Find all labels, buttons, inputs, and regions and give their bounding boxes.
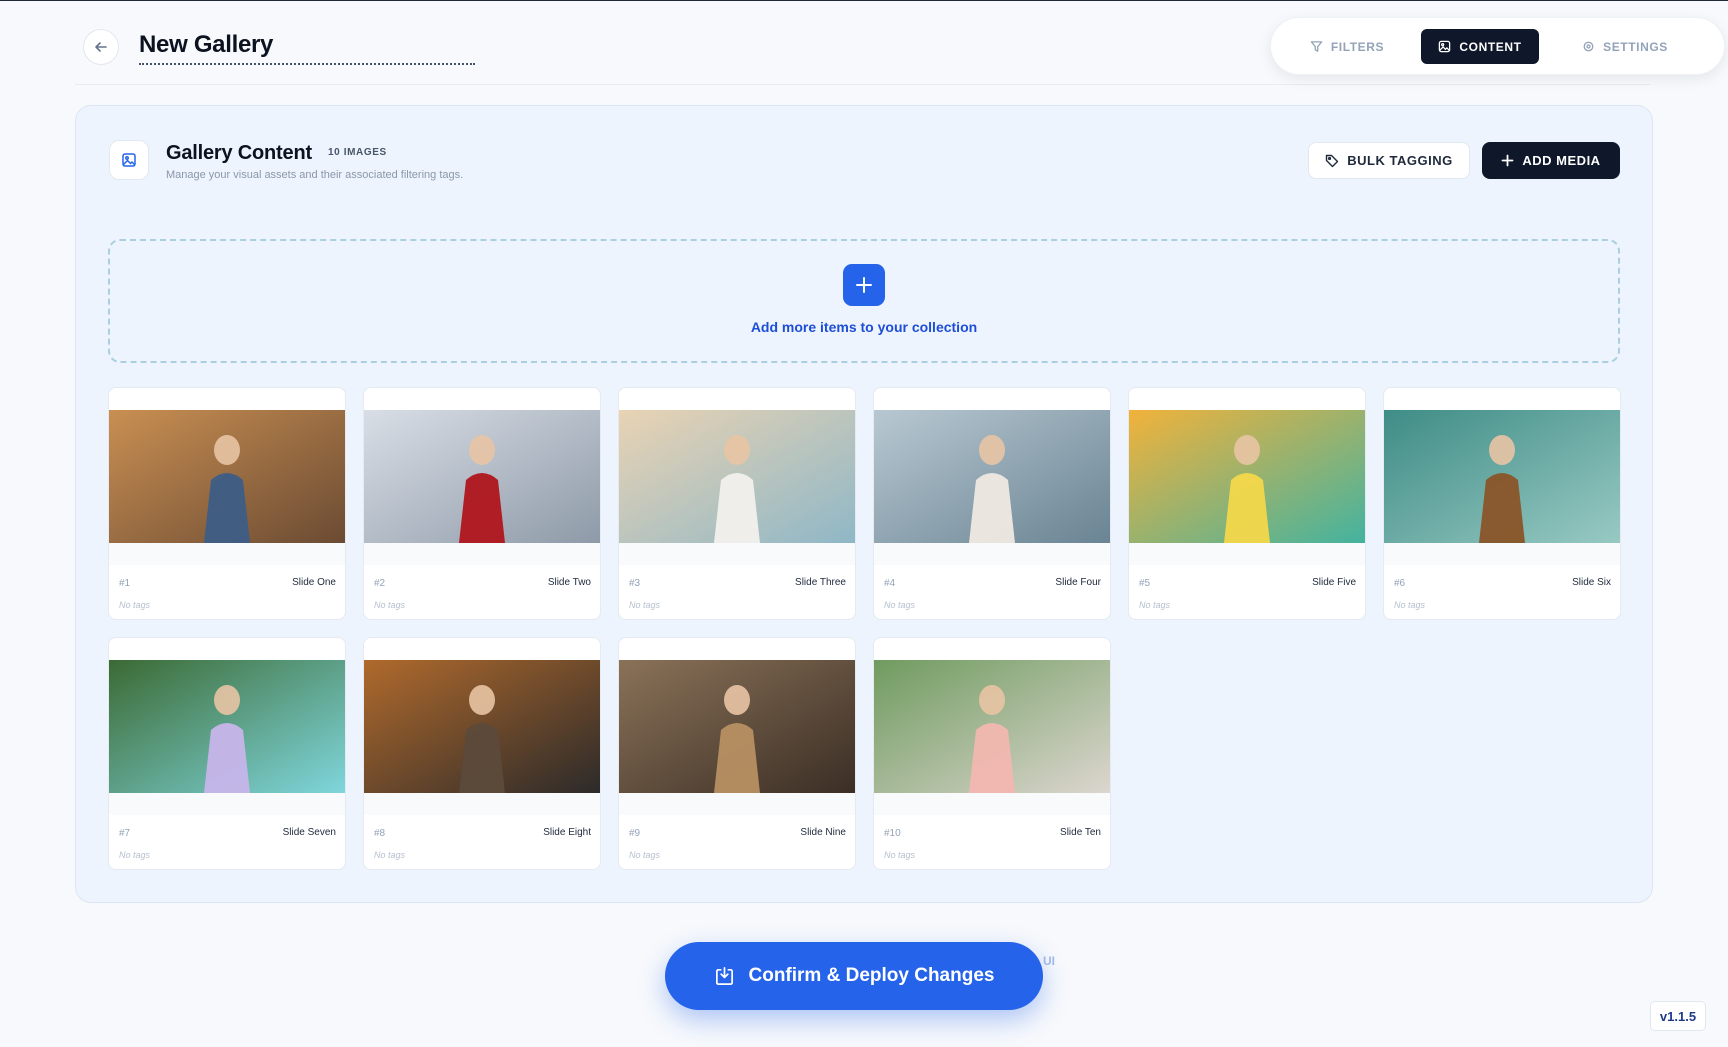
media-thumbnail <box>619 660 855 793</box>
bulk-tagging-button[interactable]: BULK TAGGING <box>1308 142 1470 179</box>
version-badge: v1.1.5 <box>1650 1001 1706 1031</box>
tab-filters-label: FILTERS <box>1330 39 1385 54</box>
tab-content-label: CONTENT <box>1459 39 1522 54</box>
media-thumbnail <box>874 660 1110 793</box>
add-media-button[interactable]: ADD MEDIA <box>1482 142 1620 179</box>
media-name: Slide One <box>292 577 336 588</box>
image-count-badge: 10 IMAGES <box>328 147 387 158</box>
media-tags: No tags <box>119 600 151 610</box>
dropzone-label: Add more items to your collection <box>750 319 978 335</box>
media-name: Slide Two <box>547 577 591 588</box>
media-name: Slide Seven <box>282 827 336 838</box>
media-tags: No tags <box>629 850 661 860</box>
confirm-deploy-button[interactable]: Confirm & Deploy Changes <box>665 942 1043 1010</box>
media-card[interactable]: #9 Slide Nine No tags <box>618 637 856 870</box>
media-thumbnail <box>109 660 345 793</box>
plus-icon <box>1502 154 1514 167</box>
media-card[interactable]: #8 Slide Eight No tags <box>363 637 601 870</box>
arrow-left-icon <box>95 42 107 52</box>
media-thumbnail <box>109 410 345 543</box>
media-thumbnail <box>1384 410 1620 543</box>
media-tags: No tags <box>1139 600 1171 610</box>
filter-icon <box>1310 41 1323 52</box>
media-name: Slide Five <box>1312 577 1356 588</box>
media-tags: No tags <box>884 600 916 610</box>
media-card[interactable]: #6 Slide Six No tags <box>1383 387 1621 620</box>
media-index: #4 <box>884 578 896 589</box>
media-name: Slide Six <box>1572 577 1611 588</box>
media-tags: No tags <box>374 600 406 610</box>
media-thumbnail <box>1129 410 1365 543</box>
media-card[interactable]: #5 Slide Five No tags <box>1128 387 1366 620</box>
add-media-label: ADD MEDIA <box>1522 153 1601 168</box>
image-icon <box>1439 40 1451 53</box>
ui-label-fragment: UI <box>1043 954 1055 968</box>
media-thumbnail <box>364 660 600 793</box>
media-card[interactable]: #1 Slide One No tags <box>108 387 346 620</box>
page-header: New Gallery FILTERS CONTENT SETTINGS <box>75 1 1725 85</box>
media-thumbnail <box>619 410 855 543</box>
tab-filters[interactable]: FILTERS <box>1301 29 1393 64</box>
media-card[interactable]: #4 Slide Four No tags <box>873 387 1111 620</box>
media-thumbnail <box>874 410 1110 543</box>
confirm-deploy-label: Confirm & Deploy Changes <box>748 965 995 986</box>
media-index: #9 <box>629 828 641 839</box>
tab-settings[interactable]: SETTINGS <box>1571 29 1679 64</box>
media-index: #2 <box>374 578 386 589</box>
media-tags: No tags <box>884 850 916 860</box>
media-card[interactable]: #7 Slide Seven No tags <box>108 637 346 870</box>
tag-icon <box>1326 154 1339 167</box>
media-index: #7 <box>119 828 131 839</box>
add-items-dropzone[interactable]: Add more items to your collection <box>108 239 1620 363</box>
media-tags: No tags <box>1394 600 1426 610</box>
panel-subtitle: Manage your visual assets and their asso… <box>166 169 464 181</box>
tab-bar: FILTERS CONTENT SETTINGS <box>1270 17 1725 75</box>
media-name: Slide Nine <box>800 827 846 838</box>
plus-icon <box>856 277 872 293</box>
media-tags: No tags <box>629 600 661 610</box>
media-name: Slide Ten <box>1060 827 1101 838</box>
media-thumbnail <box>364 410 600 543</box>
media-index: #6 <box>1394 578 1406 589</box>
gallery-icon-box <box>109 140 149 180</box>
dropzone-plus-button[interactable] <box>843 264 885 306</box>
gallery-title-input[interactable]: New Gallery <box>139 27 475 65</box>
media-index: #5 <box>1139 578 1151 589</box>
tab-settings-label: SETTINGS <box>1603 39 1668 54</box>
media-tags: No tags <box>374 850 406 860</box>
media-index: #10 <box>884 828 901 839</box>
media-card[interactable]: #10 Slide Ten No tags <box>873 637 1111 870</box>
media-tags: No tags <box>119 850 151 860</box>
media-name: Slide Four <box>1055 577 1101 588</box>
panel-title: Gallery Content <box>166 142 312 164</box>
media-card[interactable]: #2 Slide Two No tags <box>363 387 601 620</box>
media-index: #1 <box>119 578 131 589</box>
media-name: Slide Eight <box>543 827 591 838</box>
media-index: #8 <box>374 828 386 839</box>
media-index: #3 <box>629 578 641 589</box>
back-button[interactable] <box>83 29 119 65</box>
bulk-tagging-label: BULK TAGGING <box>1347 153 1453 168</box>
media-card[interactable]: #3 Slide Three No tags <box>618 387 856 620</box>
tab-content[interactable]: CONTENT <box>1421 29 1539 64</box>
media-name: Slide Three <box>795 577 846 588</box>
gallery-content-panel: Gallery Content 10 IMAGES Manage your vi… <box>75 105 1653 903</box>
download-icon <box>715 966 733 985</box>
gear-icon <box>1583 41 1594 52</box>
image-icon <box>122 153 136 167</box>
